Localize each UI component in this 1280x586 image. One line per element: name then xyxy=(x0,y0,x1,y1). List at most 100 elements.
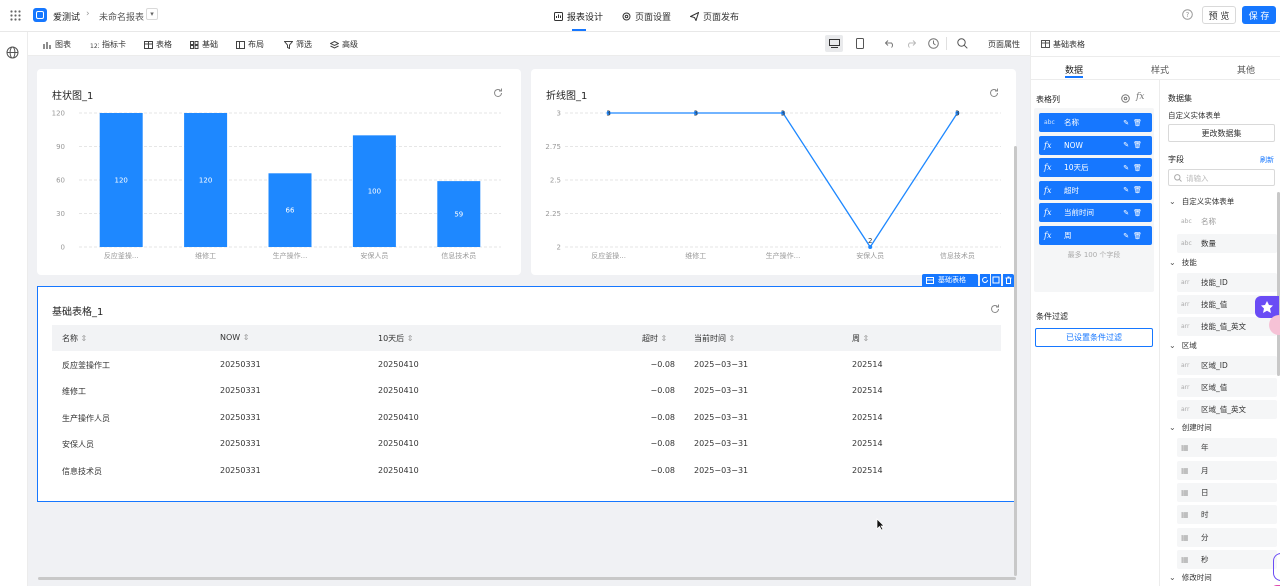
column-header-now[interactable]: NOW ⇕ xyxy=(220,333,249,342)
apps-grid-icon[interactable] xyxy=(10,10,21,21)
line-point xyxy=(868,245,873,249)
table-cell: 202514 xyxy=(852,465,883,475)
bar-data-label: 100 xyxy=(368,188,381,196)
refresh-action-icon[interactable] xyxy=(980,274,990,286)
help-icon[interactable]: ? xyxy=(1182,9,1193,20)
report-name[interactable]: 未命名报表 xyxy=(99,10,144,23)
table-column-item[interactable]: fx NOW ✎🗑 xyxy=(1039,135,1152,155)
field-label: 技能_值_英文 xyxy=(1201,322,1246,332)
column-header-current-time[interactable]: 当前时间 ⇕ xyxy=(694,333,735,344)
search-icon[interactable] xyxy=(957,38,968,49)
tool-table[interactable]: 表格 xyxy=(144,39,172,50)
field-group[interactable]: ⌄ 自定义实体表单 xyxy=(1169,196,1234,207)
field-item[interactable]: abc 名称 xyxy=(1181,216,1216,227)
report-dropdown-icon[interactable]: ▾ xyxy=(146,8,158,20)
column-header-week[interactable]: 周 ⇕ xyxy=(852,333,869,344)
field-group-label: 自定义实体表单 xyxy=(1181,197,1235,206)
page-properties-button[interactable]: 页面属性 xyxy=(988,39,1020,50)
settings-icon[interactable] xyxy=(1121,94,1130,103)
field-item[interactable]: arr 技能_值_英文 xyxy=(1181,321,1246,332)
redo-icon[interactable] xyxy=(906,40,916,48)
column-header-name[interactable]: 名称 ⇕ xyxy=(62,333,87,344)
table-cell: 20250331 xyxy=(220,360,261,369)
field-label: 区域_ID xyxy=(1201,360,1228,370)
canvas-vertical-scrollbar[interactable] xyxy=(1014,146,1017,576)
tab-report-design[interactable]: 报表设计 xyxy=(554,10,603,23)
table-cell: 2025−03−31 xyxy=(694,386,749,396)
tool-chart[interactable]: 图表 xyxy=(43,39,71,50)
tool-metric-card[interactable]: 123 指标卡 xyxy=(90,39,126,50)
tab-page-publish[interactable]: 页面发布 xyxy=(690,10,739,23)
table-column-item[interactable]: fx 10天后 ✎🗑 xyxy=(1039,158,1152,178)
table-row[interactable]: 反应釜操作工 20250331 20250410 −0.08 2025−03−31 202… xyxy=(52,351,1001,377)
delete-action-icon[interactable] xyxy=(1003,274,1014,286)
calendar-icon: ▦ xyxy=(1181,488,1189,497)
field-item[interactable]: ▦ 分 xyxy=(1181,532,1209,543)
edit-delete-icon[interactable]: ✎🗑 xyxy=(1123,141,1146,149)
line-chart-card[interactable]: 折线图_1 2 2.25 2.5 2.75 3 3 反应釜操... 3 维修工 3 生产操作... 2… xyxy=(531,69,1016,275)
point-data-label: 3 xyxy=(606,110,610,118)
field-group[interactable]: ⌄ 修改时间 xyxy=(1169,572,1212,583)
table-column-item[interactable]: abc 名称 ✎🗑 xyxy=(1039,113,1152,132)
column-header-10days[interactable]: 10天后 ⇕ xyxy=(378,333,413,344)
bar-chart-card[interactable]: 柱状图_1 0 30 60 90 120 120 反应釜操... 120 维修工 66 生产操作..… xyxy=(37,69,521,275)
field-item[interactable]: ▦ 日 xyxy=(1181,487,1209,498)
edit-delete-icon[interactable]: ✎🗑 xyxy=(1123,164,1146,172)
field-item[interactable]: ▦ 秒 xyxy=(1181,554,1209,565)
change-dataset-button[interactable]: 更改数据集 xyxy=(1168,124,1275,142)
table-row[interactable]: 生产操作人员 20250331 20250410 −0.08 2025−03−31 202… xyxy=(52,404,1001,430)
refresh-icon[interactable] xyxy=(493,88,503,98)
field-item[interactable]: abc 数量 xyxy=(1181,238,1216,249)
column-header-timeout[interactable]: 超时 ⇕ xyxy=(642,333,667,344)
field-group[interactable]: ⌄ 创建时间 xyxy=(1169,422,1212,433)
canvas-horizontal-scrollbar[interactable] xyxy=(38,577,1016,580)
field-item[interactable]: ▦ 年 xyxy=(1181,442,1209,453)
field-item[interactable]: arr 技能_ID xyxy=(1181,277,1228,288)
field-search-box[interactable]: 请输入 xyxy=(1168,169,1275,186)
field-group[interactable]: ⌄ 区域 xyxy=(1169,340,1197,351)
tool-advanced[interactable]: 高级 xyxy=(330,39,358,50)
field-item[interactable]: arr 技能_值 xyxy=(1181,299,1227,310)
tab-data[interactable]: 数据 xyxy=(1065,63,1083,76)
table-row[interactable]: 维修工 20250331 20250410 −0.08 2025−03−31 202514 xyxy=(52,377,1001,403)
table-row[interactable]: 安保人员 20250331 20250410 −0.08 2025−03−31 20251… xyxy=(52,430,1001,456)
tool-metric-card-label: 指标卡 xyxy=(102,40,126,49)
y-tick-label: 3 xyxy=(557,110,561,118)
tool-filter[interactable]: 筛选 xyxy=(284,39,312,50)
table-cell: 202514 xyxy=(852,360,883,369)
refresh-fields-link[interactable]: 刷新 xyxy=(1260,155,1274,165)
field-item[interactable]: arr 区域_值 xyxy=(1181,382,1227,393)
tool-layout[interactable]: 布局 xyxy=(236,39,264,50)
tab-other[interactable]: 其他 xyxy=(1237,63,1255,76)
desktop-view-toggle[interactable] xyxy=(825,35,843,52)
gear-icon xyxy=(622,12,631,21)
refresh-icon[interactable] xyxy=(989,88,999,98)
globe-icon[interactable] xyxy=(6,46,19,59)
field-label: 区域_值_英文 xyxy=(1201,405,1246,415)
history-icon[interactable] xyxy=(928,38,939,49)
basic-table-card[interactable]: 基础表格_1 名称 ⇕ NOW ⇕ 10天后 ⇕ 超时 ⇕ 当前时间 ⇕ 周 ⇕… xyxy=(37,286,1015,502)
chevron-down-icon: ⌄ xyxy=(1169,257,1176,267)
field-group[interactable]: ⌄ 技能 xyxy=(1169,257,1197,268)
badge-label: 基础表格 xyxy=(938,276,966,284)
refresh-icon[interactable] xyxy=(990,304,1000,314)
tab-style[interactable]: 样式 xyxy=(1151,63,1169,76)
save-button[interactable]: 保 存 xyxy=(1242,6,1276,24)
field-item[interactable]: ▦ 月 xyxy=(1181,465,1209,476)
tab-page-settings-label: 页面设置 xyxy=(635,13,672,23)
x-tick-label: 生产操作... xyxy=(766,251,801,260)
app-name[interactable]: 爱测试 xyxy=(53,10,80,23)
field-item[interactable]: ▦ 时 xyxy=(1181,509,1209,520)
mobile-icon[interactable] xyxy=(856,38,864,49)
chat-handle[interactable] xyxy=(1273,553,1280,581)
edit-delete-icon[interactable]: ✎🗑 xyxy=(1123,119,1146,127)
table-row[interactable]: 信息技术员 20250331 20250410 −0.08 2025−03−31 2025… xyxy=(52,457,1001,483)
tool-basic[interactable]: 基础 xyxy=(190,39,218,50)
tab-page-settings[interactable]: 页面设置 xyxy=(622,10,671,23)
edit-action-icon[interactable] xyxy=(991,274,1001,286)
formula-icon[interactable]: fx xyxy=(1136,92,1144,102)
field-item[interactable]: arr 区域_ID xyxy=(1181,360,1228,371)
preview-button[interactable]: 预 览 xyxy=(1202,6,1236,24)
field-item[interactable]: arr 区域_值_英文 xyxy=(1181,404,1246,415)
undo-icon[interactable] xyxy=(885,40,895,48)
